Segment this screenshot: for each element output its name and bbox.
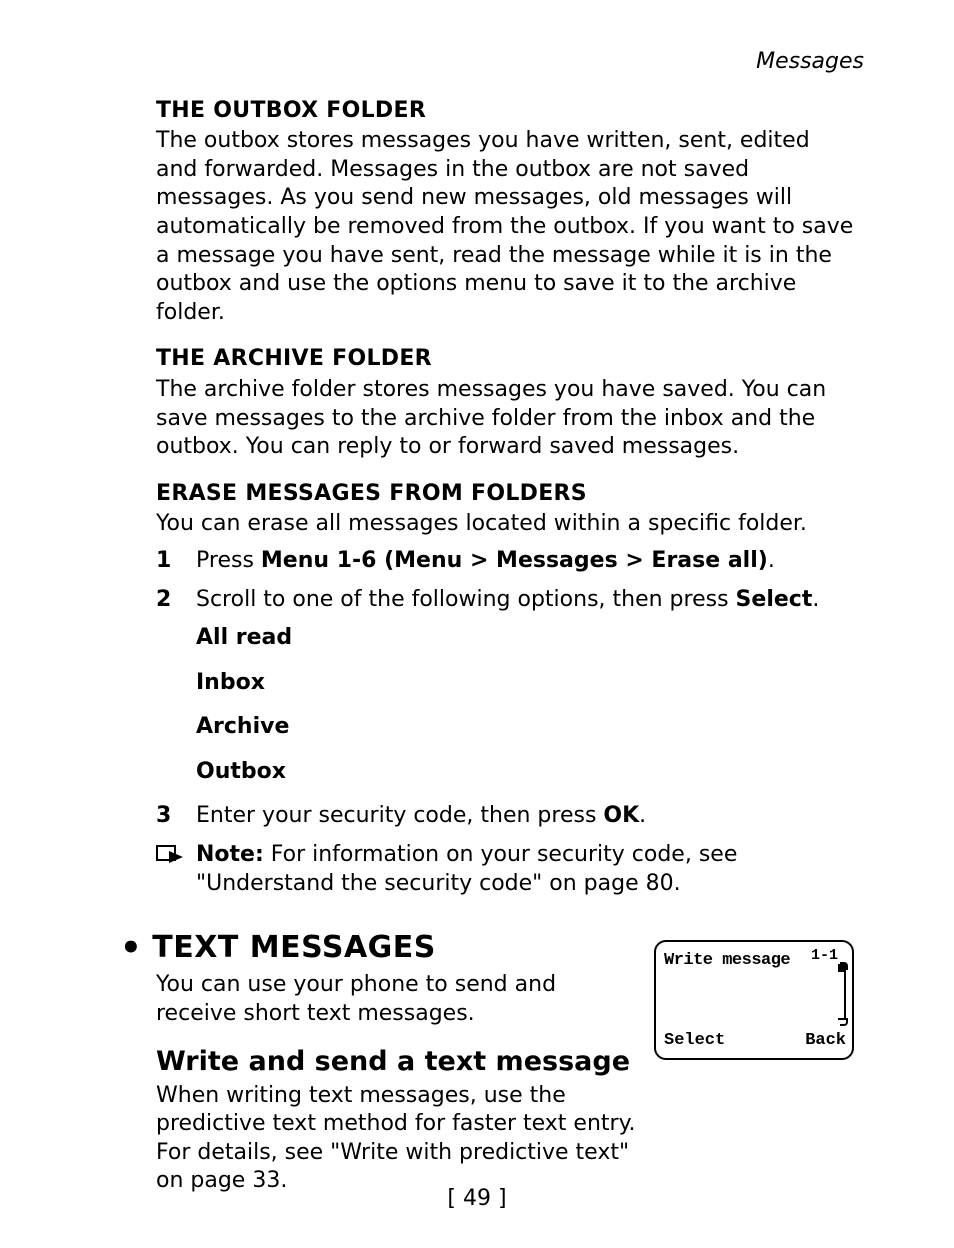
- step1-bold: Menu 1-6 (Menu > Messages > Erase all): [261, 548, 768, 573]
- page-number: [ 49 ]: [0, 1185, 954, 1214]
- option-inbox: Inbox: [196, 669, 854, 698]
- phone-scrollbar-cap-bottom: [840, 1018, 848, 1026]
- phone-screen: Write message 1-1 Select Back: [654, 940, 854, 1060]
- step3-bold: OK: [603, 803, 639, 828]
- list-item: 2 Scroll to one of the following options…: [156, 586, 854, 615]
- option-archive: Archive: [196, 713, 854, 742]
- archive-folder-title: THE ARCHIVE FOLDER: [156, 345, 854, 374]
- note-row: Note: For information on your security c…: [156, 841, 854, 898]
- step1-pre: Press: [196, 548, 261, 573]
- erase-steps-list-cont: 3 Enter your security code, then press O…: [156, 802, 854, 831]
- erase-intro: You can erase all messages located withi…: [156, 510, 854, 539]
- text-messages-left: • TEXT MESSAGES You can use your phone t…: [100, 928, 654, 1196]
- step3-pre: Enter your security code, then press: [196, 803, 603, 828]
- phone-scrollbar: [844, 964, 846, 1020]
- text-messages-title: TEXT MESSAGES: [152, 928, 436, 967]
- note-label: Note:: [196, 842, 264, 867]
- write-send-heading: Write and send a text message: [156, 1044, 636, 1079]
- phone-screen-index: 1-1: [811, 946, 838, 966]
- step-content: Press Menu 1-6 (Menu > Messages > Erase …: [196, 547, 854, 576]
- phone-scrollbar-cap-top: [840, 962, 848, 970]
- option-all-read: All read: [196, 624, 854, 653]
- softkey-right: Back: [805, 1030, 846, 1052]
- softkey-left: Select: [664, 1030, 725, 1052]
- step-number: 2: [156, 586, 196, 615]
- write-send-body: When writing text messages, use the pred…: [156, 1082, 636, 1196]
- outbox-folder-body: The outbox stores messages you have writ…: [156, 127, 854, 327]
- phone-screen-wrap: Write message 1-1 Select Back: [654, 940, 854, 1060]
- list-item: 3 Enter your security code, then press O…: [156, 802, 854, 831]
- step3-post: .: [639, 803, 646, 828]
- text-messages-heading: • TEXT MESSAGES: [120, 928, 636, 967]
- text-messages-section: • TEXT MESSAGES You can use your phone t…: [100, 928, 854, 1196]
- step2-bold: Select: [736, 587, 813, 612]
- text-messages-intro: You can use your phone to send and recei…: [156, 971, 636, 1028]
- step-content: Scroll to one of the following options, …: [196, 586, 854, 615]
- step1-post: .: [768, 548, 775, 573]
- bullet-icon: •: [120, 931, 142, 965]
- note-body: For information on your security code, s…: [196, 842, 737, 896]
- archive-folder-body: The archive folder stores messages you h…: [156, 376, 854, 462]
- manual-page: Messages THE OUTBOX FOLDER The outbox st…: [0, 0, 954, 1248]
- note-content: Note: For information on your security c…: [196, 841, 854, 898]
- step2-pre: Scroll to one of the following options, …: [196, 587, 736, 612]
- erase-title: ERASE MESSAGES FROM FOLDERS: [156, 480, 854, 509]
- list-item: 1 Press Menu 1-6 (Menu > Messages > Eras…: [156, 547, 854, 576]
- step-content: Enter your security code, then press OK.: [196, 802, 854, 831]
- option-outbox: Outbox: [196, 758, 854, 787]
- phone-screen-title: Write message: [664, 950, 790, 972]
- step-number: 1: [156, 547, 196, 576]
- running-header: Messages: [100, 48, 864, 77]
- step2-post: .: [812, 587, 819, 612]
- outbox-folder-title: THE OUTBOX FOLDER: [156, 97, 854, 126]
- step-number: 3: [156, 802, 196, 831]
- erase-steps-list: 1 Press Menu 1-6 (Menu > Messages > Eras…: [156, 547, 854, 614]
- erase-options: All read Inbox Archive Outbox: [196, 624, 854, 786]
- note-icon: [156, 841, 196, 898]
